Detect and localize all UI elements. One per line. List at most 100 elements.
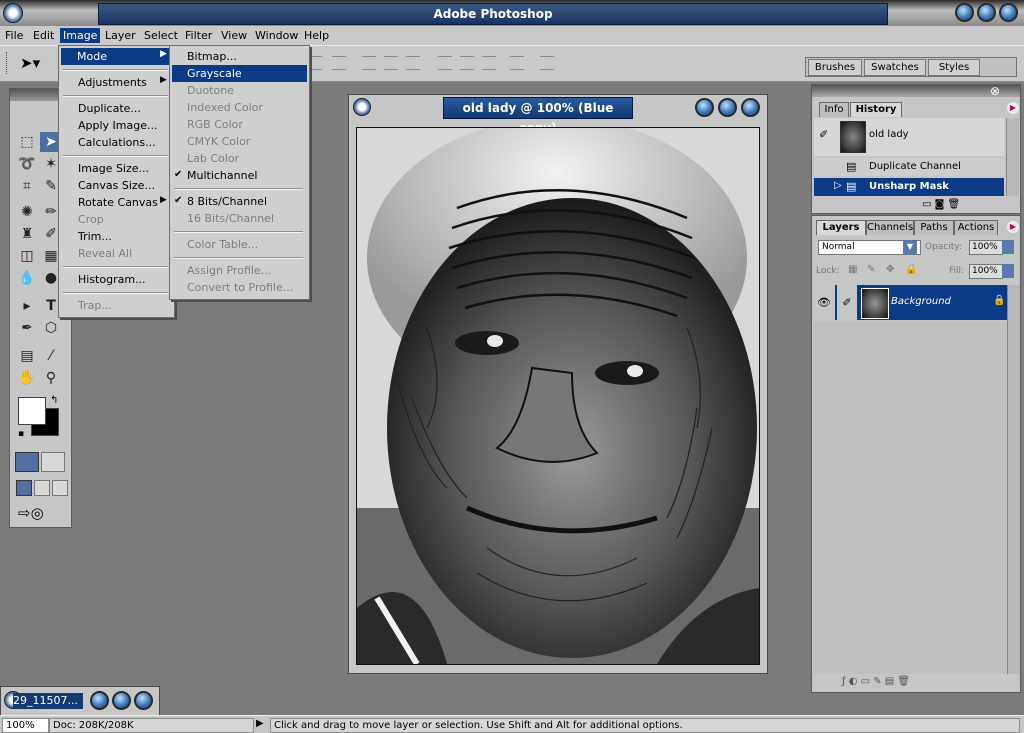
history-snapshot-row[interactable]: ✐ old lady: [814, 118, 1004, 156]
crop-tool-icon[interactable]: ⌗: [16, 176, 38, 196]
distribute-bottom-icon[interactable]: [482, 56, 496, 70]
distribute-right-icon[interactable]: [540, 56, 554, 70]
marquee-tool-icon[interactable]: ⬚: [16, 132, 38, 152]
distribute-left-icon[interactable]: [510, 56, 524, 70]
swap-colors-icon[interactable]: ↰: [50, 395, 58, 406]
healing-brush-icon[interactable]: ✺: [16, 202, 38, 222]
distribute-vcenter-icon[interactable]: [460, 56, 474, 70]
image-menu-histogram[interactable]: Histogram...: [78, 271, 146, 288]
layer-row-background[interactable]: 👁 ✐ Background 🔒: [813, 285, 1007, 320]
default-colors-icon[interactable]: ▪: [18, 429, 24, 439]
screen-mode-full-icon[interactable]: [52, 480, 68, 496]
distribute-top-icon[interactable]: [438, 56, 452, 70]
lock-transparency-icon[interactable]: ▦: [848, 264, 857, 275]
palette-menu-icon[interactable]: ▶: [1007, 221, 1019, 233]
doc-restore-button[interactable]: [90, 691, 109, 710]
image-menu-reveal-all[interactable]: Reveal All: [78, 245, 132, 262]
mode-lab-color[interactable]: Lab Color: [187, 150, 239, 167]
path-selection-icon[interactable]: ▸: [16, 296, 38, 316]
brush-link-icon[interactable]: ✐: [837, 285, 857, 320]
screen-mode-full-menu-icon[interactable]: [34, 480, 50, 496]
mode-duotone[interactable]: Duotone: [187, 82, 234, 99]
mode-8-bits[interactable]: 8 Bits/Channel: [187, 193, 267, 210]
eyedropper-icon[interactable]: ⁄: [40, 346, 62, 366]
well-tab-styles[interactable]: Styles: [928, 59, 980, 76]
image-menu-rotate-canvas[interactable]: Rotate Canvas: [78, 194, 158, 211]
mode-16-bits[interactable]: 16 Bits/Channel: [187, 210, 274, 227]
doc-close-button[interactable]: [741, 98, 760, 117]
move-tool-preset-icon[interactable]: ➤▾: [20, 54, 40, 72]
tab-channels[interactable]: Channels: [866, 220, 914, 235]
eye-icon[interactable]: 👁: [813, 285, 835, 320]
align-vcenter-icon[interactable]: [332, 56, 346, 70]
menu-view[interactable]: View: [218, 28, 250, 43]
menu-help[interactable]: Help: [301, 28, 332, 43]
tab-paths[interactable]: Paths: [914, 220, 954, 235]
fill-field[interactable]: 100%: [969, 264, 1003, 279]
clone-stamp-icon[interactable]: ♜: [16, 224, 38, 244]
minimized-document[interactable]: 29_11507...: [0, 686, 160, 716]
menu-edit[interactable]: Edit: [30, 28, 57, 43]
foreground-color-swatch[interactable]: [18, 397, 46, 425]
mode-multichannel[interactable]: Multichannel: [187, 167, 257, 184]
close-button[interactable]: [999, 3, 1018, 22]
mode-convert-to-profile[interactable]: Convert to Profile...: [187, 279, 293, 296]
align-right-icon[interactable]: [406, 56, 420, 70]
standard-mode-button[interactable]: [15, 452, 39, 472]
blur-tool-icon[interactable]: 💧: [16, 268, 38, 288]
menu-window[interactable]: Window: [252, 28, 301, 43]
image-menu-calculations[interactable]: Calculations...: [78, 134, 156, 151]
menu-filter[interactable]: Filter: [182, 28, 215, 43]
history-bottom-icons[interactable]: ▭ ◙ 🗑: [922, 199, 960, 210]
doc-close-button[interactable]: [134, 691, 153, 710]
align-hcenter-icon[interactable]: [384, 56, 398, 70]
mode-bitmap[interactable]: Bitmap...: [187, 48, 237, 65]
opacity-slider-button[interactable]: [1002, 240, 1014, 254]
menu-file[interactable]: File: [2, 28, 26, 43]
align-top-icon[interactable]: [308, 56, 322, 70]
lock-image-icon[interactable]: ✎: [867, 264, 875, 275]
tab-layers[interactable]: Layers: [816, 220, 866, 235]
maximize-button[interactable]: [977, 3, 996, 22]
shape-tool-icon[interactable]: ⬡: [40, 318, 62, 338]
image-menu-duplicate[interactable]: Duplicate...: [78, 100, 141, 117]
layers-scrollbar[interactable]: [1007, 285, 1020, 674]
lock-position-icon[interactable]: ✥: [886, 264, 894, 275]
image-menu-crop[interactable]: Crop: [78, 211, 104, 228]
hand-tool-icon[interactable]: ✋: [16, 368, 38, 388]
image-menu-trap[interactable]: Trap...: [78, 297, 112, 314]
menu-image[interactable]: Image: [60, 28, 101, 43]
layers-bottom-icons[interactable]: ƒ ◐ ▭ ✎ ▤ 🗑: [842, 676, 910, 687]
mode-color-table[interactable]: Color Table...: [187, 236, 258, 253]
doc-maximize-button[interactable]: [718, 98, 737, 117]
status-menu-arrow-icon[interactable]: ▶: [256, 718, 264, 729]
palette-close-icon[interactable]: ⊗: [990, 84, 1000, 98]
quick-mask-button[interactable]: [41, 452, 65, 472]
mode-assign-profile[interactable]: Assign Profile...: [187, 262, 271, 279]
menu-layer[interactable]: Layer: [102, 28, 139, 43]
mode-indexed-color[interactable]: Indexed Color: [187, 99, 263, 116]
history-scrollbar[interactable]: [1006, 118, 1019, 196]
eraser-tool-icon[interactable]: ◫: [16, 246, 38, 266]
history-state-row-selected[interactable]: ▷ ▤ Unsharp Mask: [814, 178, 1004, 196]
document-canvas[interactable]: [356, 127, 760, 665]
opacity-field[interactable]: 100%: [969, 240, 1003, 255]
fill-slider-button[interactable]: [1002, 264, 1014, 278]
history-palette-title-bar[interactable]: [812, 85, 1020, 97]
history-state-row[interactable]: ▤ Duplicate Channel: [814, 158, 1004, 176]
align-left-icon[interactable]: [362, 56, 376, 70]
lock-all-icon[interactable]: 🔒: [905, 264, 917, 275]
pen-tool-icon[interactable]: ✒: [16, 318, 38, 338]
palette-menu-icon[interactable]: ▶: [1007, 102, 1019, 114]
chevron-down-icon[interactable]: ▼: [903, 240, 917, 254]
tab-info[interactable]: Info: [819, 102, 849, 117]
tab-actions[interactable]: Actions: [954, 220, 998, 235]
photoshop-app-icon[interactable]: [3, 3, 23, 23]
doc-minimize-button[interactable]: [695, 98, 714, 117]
image-menu-trim[interactable]: Trim...: [78, 228, 112, 245]
jump-to-imageready-icon[interactable]: ⇨◎: [18, 504, 44, 522]
image-menu-apply-image[interactable]: Apply Image...: [78, 117, 158, 134]
menu-select[interactable]: Select: [141, 28, 181, 43]
zoom-tool-icon[interactable]: ⚲: [40, 368, 62, 388]
lasso-tool-icon[interactable]: ➰: [16, 154, 38, 174]
